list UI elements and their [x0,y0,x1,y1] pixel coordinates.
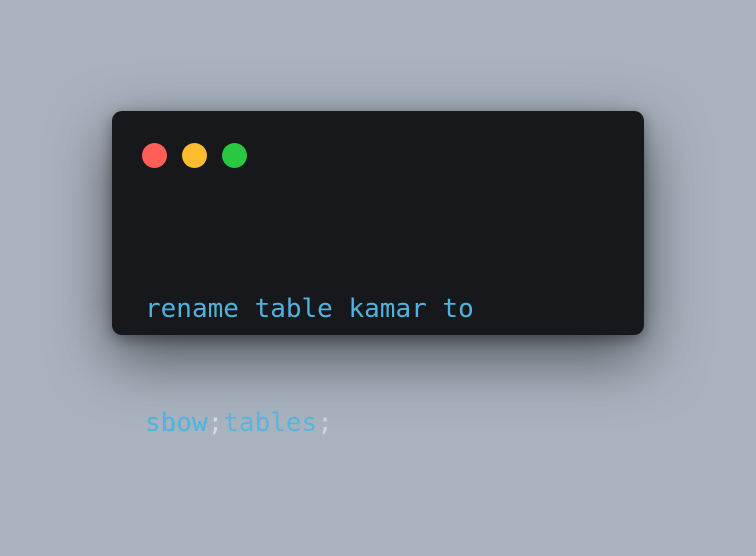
code-line-2-second-word: show [145,408,208,438]
code-line-2-second-rest: tables [207,408,318,438]
close-dot-icon[interactable] [142,143,167,168]
code-window: rename table kamar to sbow; show tables; [112,111,644,438]
code-line-2-second-semicolon: ; [317,408,333,438]
zoom-dot-icon[interactable] [222,143,247,168]
code-line-1: rename table kamar to [145,290,474,328]
window-controls [142,143,247,168]
code-line-2-second-statement: show tables; [145,404,333,442]
code-block: rename table kamar to sbow; show tables; [145,214,474,518]
code-line-1-text: rename table kamar to [145,294,474,324]
minimize-dot-icon[interactable] [182,143,207,168]
code-line-2: sbow; show tables; [145,404,333,442]
